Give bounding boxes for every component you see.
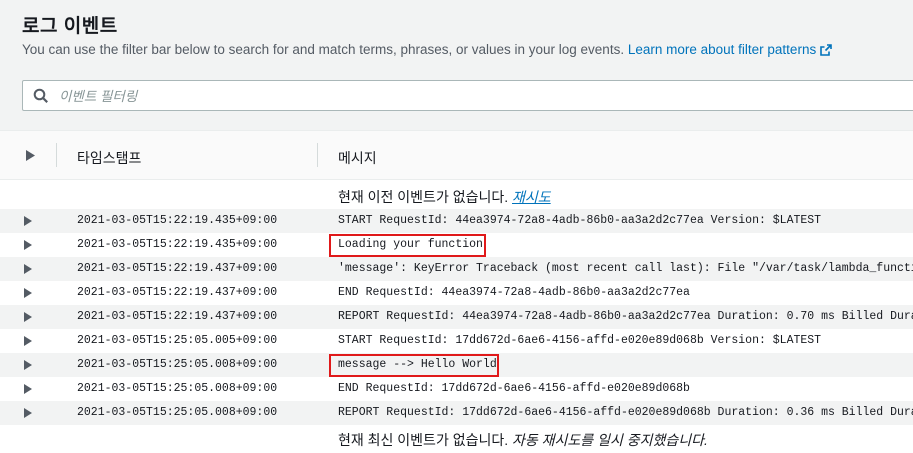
top-notice-text: 현재 이전 이벤트가 없습니다. (338, 189, 509, 205)
table-row[interactable]: 2021-03-05T15:22:19.437+09:00 END Request… (0, 281, 913, 305)
row-message: END RequestId: 17dd672d-6ae6-4156-affd-e… (338, 382, 690, 395)
filter-events-input[interactable] (59, 85, 879, 107)
table-header: 타임스탬프 메시지 (0, 131, 913, 180)
expand-all-icon[interactable] (26, 150, 35, 161)
column-divider (317, 143, 318, 167)
row-message: 'message': KeyError Traceback (most rece… (338, 262, 913, 275)
bottom-notice: 현재 최신 이벤트가 없습니다. 자동 재시도를 일시 중지했습니다. (338, 430, 708, 450)
page-description: You can use the filter bar below to sear… (22, 42, 903, 57)
row-timestamp: 2021-03-05T15:22:19.435+09:00 (77, 238, 278, 251)
caret-right-icon[interactable] (24, 264, 32, 274)
row-message: Loading your function (338, 238, 483, 251)
table-row[interactable]: 2021-03-05T15:25:05.008+09:00 END Request… (0, 377, 913, 401)
table-row[interactable]: 2021-03-05T15:22:19.435+09:00 START Reque… (0, 209, 913, 233)
row-timestamp: 2021-03-05T15:22:19.435+09:00 (77, 214, 278, 227)
table-row[interactable]: 2021-03-05T15:22:19.435+09:00 Loading you… (0, 233, 913, 257)
column-header-timestamp[interactable]: 타임스탬프 (77, 148, 141, 168)
table-row[interactable]: 2021-03-05T15:22:19.437+09:00 'message': … (0, 257, 913, 281)
row-message: START RequestId: 44ea3974-72a8-4adb-86b0… (338, 214, 822, 227)
table-row[interactable]: 2021-03-05T15:25:05.008+09:00 message -->… (0, 353, 913, 377)
caret-right-icon[interactable] (24, 360, 32, 370)
row-timestamp: 2021-03-05T15:25:05.008+09:00 (77, 406, 278, 419)
log-events-header: 로그 이벤트 You can use the filter bar below … (22, 14, 903, 57)
caret-right-icon[interactable] (24, 216, 32, 226)
row-message: message --> Hello World (338, 358, 497, 371)
description-text: You can use the filter bar below to sear… (22, 42, 625, 57)
column-divider (56, 143, 57, 167)
caret-right-icon[interactable] (24, 240, 32, 250)
log-events-table: 타임스탬프 메시지 현재 이전 이벤트가 없습니다. 재시도 2021-03-0… (0, 130, 913, 453)
log-rows: 2021-03-05T15:22:19.435+09:00 START Reque… (0, 209, 913, 425)
caret-right-icon[interactable] (24, 408, 32, 418)
row-message: START RequestId: 17dd672d-6ae6-4156-affd… (338, 334, 822, 347)
table-row[interactable]: 2021-03-05T15:25:05.008+09:00 REPORT Requ… (0, 401, 913, 425)
bottom-notice-text: 현재 최신 이벤트가 없습니다. (338, 432, 509, 448)
retry-link[interactable]: 재시도 (512, 189, 551, 205)
caret-right-icon[interactable] (24, 384, 32, 394)
row-timestamp: 2021-03-05T15:22:19.437+09:00 (77, 262, 278, 275)
learn-more-label: Learn more about filter patterns (627, 42, 817, 57)
page-title: 로그 이벤트 (22, 16, 118, 37)
table-row[interactable]: 2021-03-05T15:22:19.437+09:00 REPORT Requ… (0, 305, 913, 329)
learn-more-link[interactable]: Learn more about filter patterns (627, 42, 833, 57)
row-message: REPORT RequestId: 44ea3974-72a8-4adb-86b… (338, 310, 913, 323)
auto-retry-paused-note: 자동 재시도를 일시 중지했습니다. (512, 432, 708, 448)
row-timestamp: 2021-03-05T15:25:05.008+09:00 (77, 382, 278, 395)
row-timestamp: 2021-03-05T15:25:05.005+09:00 (77, 334, 278, 347)
search-icon (33, 88, 48, 103)
table-row[interactable]: 2021-03-05T15:25:05.005+09:00 START Reque… (0, 329, 913, 353)
caret-right-icon[interactable] (24, 312, 32, 322)
row-timestamp: 2021-03-05T15:25:05.008+09:00 (77, 358, 278, 371)
row-message: END RequestId: 44ea3974-72a8-4adb-86b0-a… (338, 286, 690, 299)
row-timestamp: 2021-03-05T15:22:19.437+09:00 (77, 286, 278, 299)
caret-right-icon[interactable] (24, 288, 32, 298)
caret-right-icon[interactable] (24, 336, 32, 346)
top-notice: 현재 이전 이벤트가 없습니다. 재시도 (338, 187, 551, 207)
row-message: REPORT RequestId: 17dd672d-6ae6-4156-aff… (338, 406, 913, 419)
column-header-message[interactable]: 메시지 (338, 148, 377, 168)
row-timestamp: 2021-03-05T15:22:19.437+09:00 (77, 310, 278, 323)
external-link-icon (820, 44, 833, 56)
filter-bar[interactable] (22, 80, 913, 111)
